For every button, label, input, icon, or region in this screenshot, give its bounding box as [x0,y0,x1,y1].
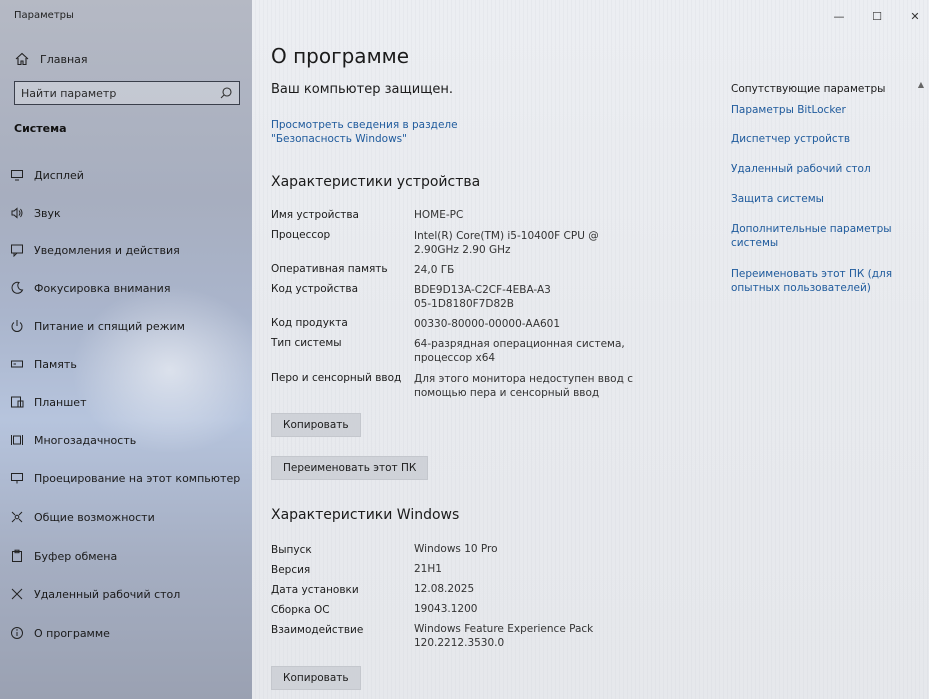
copy-device-specs-button[interactable]: Копировать [271,413,361,437]
remote-desktop-icon [11,588,23,600]
sidebar-item-label: Звук [34,206,61,220]
search-input[interactable] [15,86,219,100]
clipboard-icon [12,549,22,562]
notifications-icon [11,244,23,257]
spec-value: 19043.1200 [414,603,478,615]
sidebar-item-focus-assist[interactable]: Фокусировка внимания [10,278,246,298]
sidebar-item-projecting[interactable]: Проецирование на этот компьютер [10,468,246,488]
sidebar-item-label: Уведомления и действия [34,243,180,257]
sidebar-section-title: Система [14,122,67,135]
copy-windows-specs-button[interactable]: Копировать [271,666,361,690]
spec-value: 64-разрядная операционная система, проце… [414,338,625,364]
sidebar-item-about[interactable]: О программе [10,623,246,643]
sidebar-item-display[interactable]: Дисплей [10,165,246,185]
home-icon [15,52,29,66]
tablet-icon [11,396,24,408]
spec-label: Перо и сенсорный ввод [271,372,402,384]
home-label: Главная [40,52,88,66]
device-manager-link[interactable]: Диспетчер устройств [731,132,901,146]
sidebar-item-label: Многозадачность [34,433,137,447]
advanced-system-settings-link[interactable]: Дополнительные параметры системы [731,222,901,250]
multitasking-icon [11,435,23,445]
sidebar-item-label: Удаленный рабочий стол [34,587,181,601]
sidebar-item-power[interactable]: Питание и спящий режим [10,316,246,336]
sidebar-item-label: Фокусировка внимания [34,281,171,295]
sidebar-item-tablet[interactable]: Планшет [10,392,246,412]
spec-label: Имя устройства [271,209,359,221]
sidebar-item-label: Буфер обмена [34,549,118,563]
spec-value: 00330-80000-00000-AA601 [414,318,561,330]
display-icon [11,170,23,181]
spec-label: Версия [271,564,311,576]
search-icon[interactable] [219,86,233,100]
spec-value: 21H1 [414,563,442,575]
sidebar-item-clipboard[interactable]: Буфер обмена [10,546,246,566]
focus-assist-icon [11,281,24,294]
remote-desktop-link[interactable]: Удаленный рабочий стол [731,162,901,176]
spec-value: HOME-PC [414,209,464,221]
sidebar-item-remote-desktop[interactable]: Удаленный рабочий стол [10,584,246,604]
spec-value: BDE9D13A-C2CF-4EBA-A305-1D8180F7D82B [414,284,551,310]
spec-label: Взаимодействие [271,624,364,636]
settings-window: Параметры Главная Система Дисплей Звук У [0,0,929,699]
page-title: О программе [271,44,410,68]
sidebar-item-label: Дисплей [34,168,84,182]
device-specs-heading: Характеристики устройства [271,174,481,190]
sidebar-item-shared-experiences[interactable]: Общие возможности [10,507,246,527]
home-nav-item[interactable]: Главная [14,50,88,68]
scrollbar[interactable]: ▲ [917,80,925,690]
windows-specs-heading: Характеристики Windows [271,507,460,523]
minimize-button[interactable]: — [833,10,845,23]
sidebar-item-label: Память [34,357,77,371]
sidebar-item-label: Проецирование на этот компьютер [34,471,241,485]
close-button[interactable]: ✕ [909,10,921,23]
sidebar-item-label: О программе [34,626,110,640]
spec-value: Intel(R) Core(TM) i5-10400F CPU @ 2.90GH… [414,230,599,256]
windows-security-link[interactable]: Просмотреть сведения в разделе "Безопасн… [271,118,541,146]
spec-label: Код продукта [271,317,348,329]
spec-label: Сборка ОС [271,604,330,616]
main-content: — ☐ ✕ О программе Ваш компьютер защищен.… [252,0,929,699]
spec-value: Windows 10 Pro [414,543,498,555]
sidebar-item-label: Питание и спящий режим [34,319,185,333]
sidebar-item-label: Общие возможности [34,510,155,524]
spec-value: 12.08.2025 [414,583,475,595]
projecting-icon [11,473,23,484]
spec-label: Дата установки [271,584,359,596]
spec-value: 24,0 ГБ [414,264,455,276]
rename-pc-advanced-link[interactable]: Переименовать этот ПК (для опытных польз… [731,267,906,295]
system-protection-link[interactable]: Защита системы [731,192,901,206]
shared-experiences-icon [11,511,23,523]
related-settings-title: Сопутствующие параметры [731,83,886,95]
sidebar-item-sound[interactable]: Звук [10,203,246,223]
spec-label: Оперативная память [271,263,388,275]
search-box[interactable] [14,81,240,105]
spec-label: Выпуск [271,544,312,556]
spec-label: Тип системы [271,337,342,349]
sound-icon [11,207,23,219]
protection-status: Ваш компьютер защищен. [271,82,454,97]
bitlocker-settings-link[interactable]: Параметры BitLocker [731,103,901,117]
spec-label: Процессор [271,229,331,241]
spec-value: Для этого монитора недоступен ввод с пом… [414,373,633,399]
sidebar-item-multitasking[interactable]: Многозадачность [10,430,246,450]
maximize-button[interactable]: ☐ [871,10,883,23]
window-title: Параметры [14,10,74,21]
rename-pc-button[interactable]: Переименовать этот ПК [271,456,429,480]
sidebar-item-storage[interactable]: Память [10,354,246,374]
sidebar-item-label: Планшет [34,395,87,409]
sidebar: Параметры Главная Система Дисплей Звук У [0,0,252,699]
storage-icon [11,360,23,368]
info-icon [11,627,23,639]
power-icon [11,320,23,332]
spec-value: Windows Feature Experience Pack 120.2212… [414,623,594,649]
window-controls: — ☐ ✕ [833,10,921,23]
spec-label: Код устройства [271,283,359,295]
sidebar-item-notifications[interactable]: Уведомления и действия [10,240,246,260]
scroll-up-icon[interactable]: ▲ [917,80,925,89]
